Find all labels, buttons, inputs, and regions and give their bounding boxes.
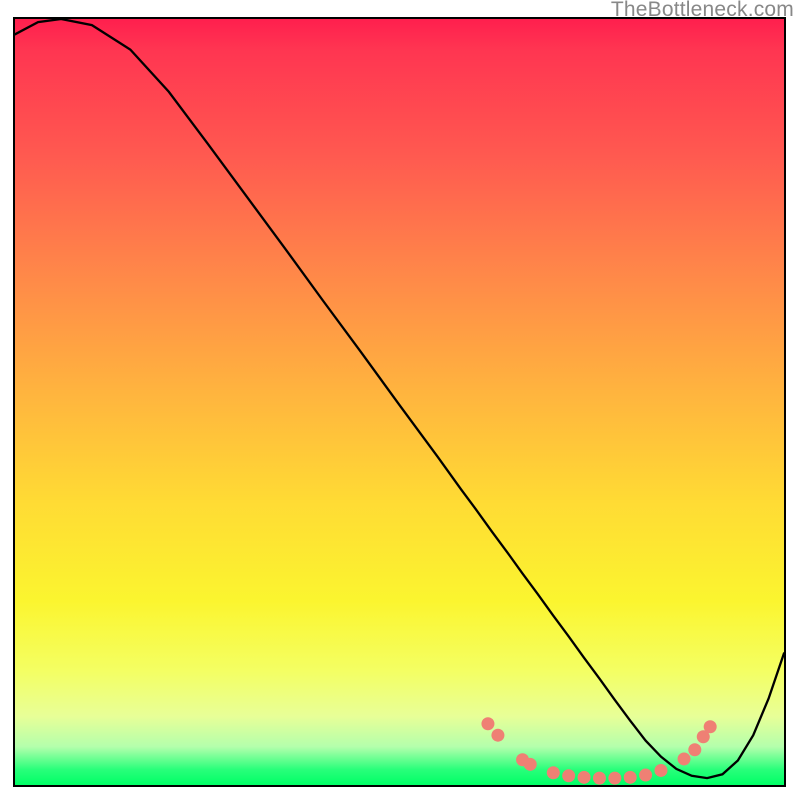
- chart-area: [13, 17, 786, 787]
- watermark-text: TheBottleneck.com: [611, 0, 794, 22]
- heat-gradient-background: [15, 19, 784, 785]
